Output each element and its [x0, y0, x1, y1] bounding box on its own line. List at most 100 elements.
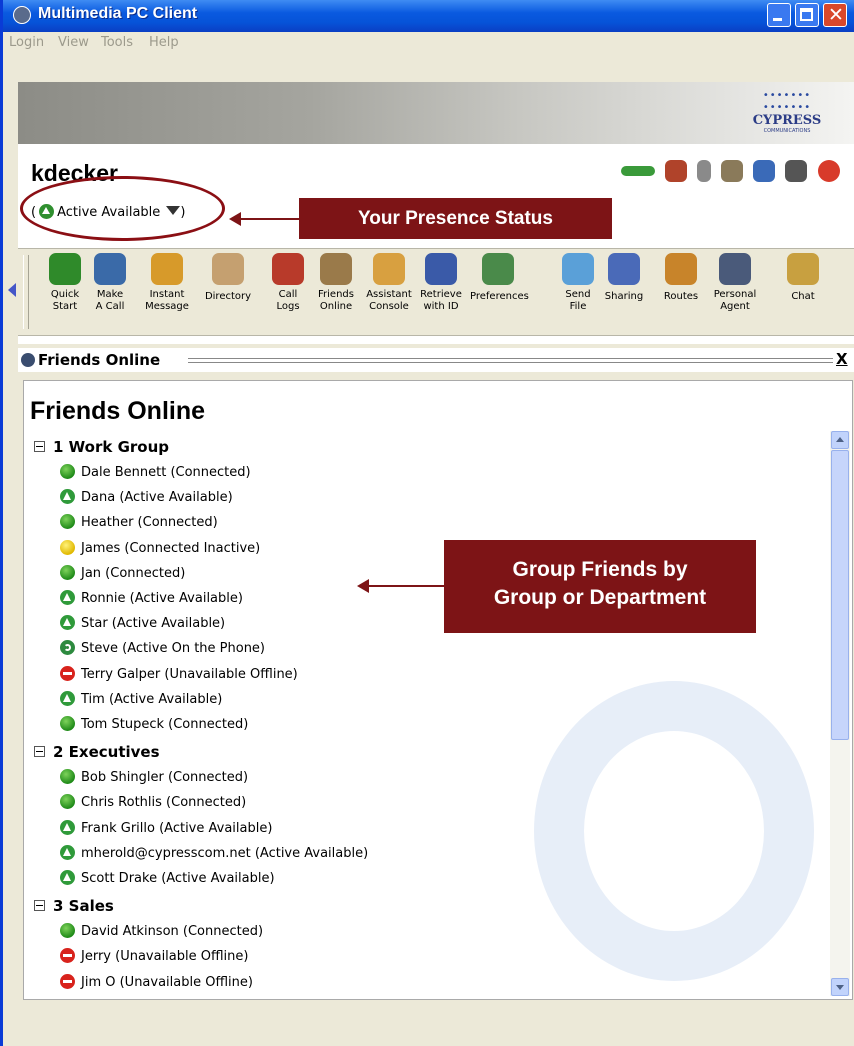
available-status-icon — [60, 615, 75, 631]
sharing-icon — [608, 253, 640, 285]
friends-scrollbar[interactable] — [830, 431, 850, 996]
friend-item[interactable]: Dale Bennett (Connected) — [60, 464, 251, 480]
group-callout-line1: Group Friends by — [512, 558, 688, 581]
scroll-up-button[interactable] — [831, 431, 849, 449]
collapse-icon[interactable] — [34, 441, 45, 452]
minimize-icon — [773, 18, 782, 21]
friend-name: mherold@cypresscom.net (Active Available… — [81, 845, 369, 861]
app-icon[interactable] — [13, 6, 31, 24]
group-callout-line2: Group or Department — [493, 586, 707, 609]
friend-name: Bob Shingler (Connected) — [81, 770, 249, 786]
maximize-button[interactable] — [795, 3, 819, 27]
friend-item[interactable]: Jim O (Unavailable Offline) — [60, 973, 253, 990]
toolbar-button-sharing[interactable]: Sharing — [596, 253, 652, 303]
group-header[interactable]: 2 Executives — [34, 743, 160, 761]
friend-name: Tim (Active Available) — [81, 691, 223, 707]
friend-item[interactable]: Tim (Active Available) — [60, 690, 223, 707]
friend-item[interactable]: Jan (Connected) — [60, 564, 185, 581]
cube-icon[interactable] — [753, 160, 776, 182]
group-header[interactable]: 3 Sales — [34, 897, 114, 915]
friend-name: David Atkinson (Connected) — [81, 924, 264, 940]
app-window: Multimedia PC Client ✕ Login View Tools … — [0, 0, 854, 1046]
friend-item[interactable]: Tom Stupeck (Connected) — [60, 716, 248, 732]
connected-status-icon — [60, 716, 75, 731]
friend-item[interactable]: Dana (Active Available) — [60, 489, 233, 505]
presence-highlight-ellipse — [20, 176, 225, 241]
friend-item[interactable]: Ronnie (Active Available) — [60, 590, 243, 606]
toolbar-button-friends[interactable]: Friends Online — [308, 253, 364, 313]
available-status-icon — [60, 819, 75, 835]
menu-tools[interactable]: Tools — [101, 35, 133, 50]
toolbar-button-chat[interactable]: Chat — [775, 253, 831, 303]
friend-item[interactable]: Steve (Active On the Phone) — [60, 640, 265, 656]
friend-item[interactable]: Chris Rothlis (Connected) — [60, 794, 246, 810]
collapse-icon[interactable] — [34, 900, 45, 912]
friend-item[interactable]: David Atkinson (Connected) — [60, 923, 263, 939]
toolbar-button-label: Routes — [663, 291, 699, 302]
toolbar-button-console[interactable]: Assistant Console — [361, 253, 417, 313]
menu-view[interactable]: View — [58, 35, 89, 50]
friend-item[interactable]: mherold@cypresscom.net (Active Available… — [60, 844, 369, 861]
toolbar-button-agent[interactable]: Personal Agent — [707, 253, 763, 313]
friend-item[interactable]: Star (Active Available) — [60, 615, 225, 631]
chat-icon — [787, 253, 819, 285]
friend-name: Frank Grillo (Active Available) — [81, 820, 273, 836]
friend-item[interactable]: James (Connected Inactive) — [60, 539, 260, 556]
toolbar-button-label: Retrieve with ID — [420, 289, 462, 312]
presence-callout: Your Presence Status — [299, 198, 612, 239]
send-file-icon — [562, 253, 594, 285]
scroll-down-button[interactable] — [831, 978, 849, 996]
friend-item[interactable]: Frank Grillo (Active Available) — [60, 819, 273, 836]
toolbar-button-retrieve[interactable]: Retrieve with ID — [413, 253, 469, 313]
inactive-status-icon — [60, 539, 75, 555]
friends-list-panel: Friends Online 1 Work Group Dale Bennett … — [23, 380, 853, 1000]
minimize-button[interactable] — [767, 3, 791, 27]
group-header[interactable]: 1 Work Group — [34, 438, 169, 456]
friends-icon — [320, 253, 352, 285]
toolbar-button-label: Preferences — [470, 291, 529, 302]
title-bar[interactable]: Multimedia PC Client ✕ — [3, 0, 854, 32]
flag-icon — [49, 253, 81, 285]
menu-help[interactable]: Help — [149, 35, 179, 50]
offline-status-icon — [60, 665, 75, 681]
logo-dots: ••••••• ••••••• — [762, 90, 812, 113]
directory-icon — [212, 253, 244, 285]
friend-item[interactable]: Terry Galper (Unavailable Offline) — [60, 665, 298, 682]
call-logs-mini-icon[interactable] — [665, 160, 688, 182]
connect-icon[interactable] — [621, 166, 655, 176]
quick-icons — [621, 160, 845, 186]
menu-bar: Login View Tools Help — [3, 32, 854, 54]
collapse-icon[interactable] — [34, 746, 45, 758]
toolbar-button-label: Assistant Console — [366, 289, 412, 312]
retrieve-icon — [425, 253, 457, 285]
menu-login[interactable]: Login — [9, 35, 44, 50]
toolbar-button-label: Make A Call — [95, 289, 125, 312]
friend-name: Dale Bennett (Connected) — [81, 465, 251, 480]
toolbar-button-label: Sharing — [604, 291, 644, 302]
friends-title: Friends Online — [30, 397, 206, 425]
toolbar-button-preferences[interactable]: Preferences — [470, 253, 529, 303]
toolbar-button-routes[interactable]: Routes — [653, 253, 709, 303]
friend-item[interactable]: Jerry (Unavailable Offline) — [60, 948, 248, 964]
toolbar-scroll-left-icon[interactable] — [8, 283, 16, 297]
headset-icon[interactable] — [785, 160, 808, 182]
scroll-thumb[interactable] — [831, 450, 849, 740]
toolbar-button-directory[interactable]: Directory — [200, 253, 256, 303]
presence-callout-arrow — [229, 212, 301, 226]
friend-item[interactable]: Heather (Connected) — [60, 514, 218, 530]
phone-mini-icon[interactable] — [697, 160, 712, 182]
panel-icon — [21, 353, 35, 367]
friend-item[interactable]: Bob Shingler (Connected) — [60, 769, 248, 785]
logo-subtitle: COMMUNICATIONS — [763, 128, 811, 134]
friends-mini-icon[interactable] — [721, 160, 744, 182]
close-panel-button[interactable]: X — [836, 350, 848, 368]
help-ring-icon[interactable] — [817, 160, 840, 182]
toolbar-button-person[interactable]: Instant Message — [139, 253, 195, 313]
friend-name: Tom Stupeck (Connected) — [81, 717, 249, 732]
offline-status-icon — [60, 973, 75, 989]
toolbar-button-phone[interactable]: Make A Call — [82, 253, 138, 313]
close-window-button[interactable]: ✕ — [823, 3, 847, 27]
toolbar-grip[interactable] — [23, 255, 29, 329]
toolbar-button-label: Chat — [791, 291, 815, 302]
friend-item[interactable]: Scott Drake (Active Available) — [60, 870, 275, 886]
